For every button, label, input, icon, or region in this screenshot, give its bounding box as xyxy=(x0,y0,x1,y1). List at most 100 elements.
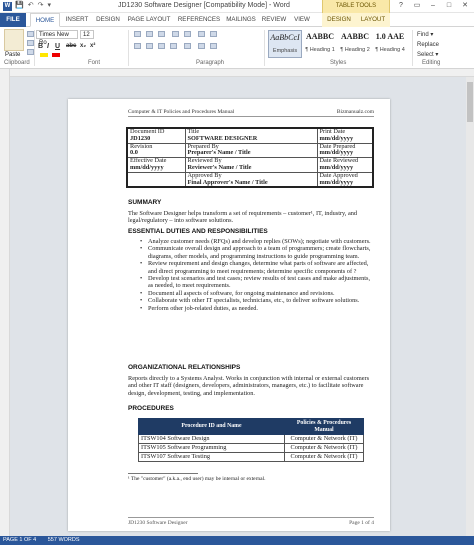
ribbon-home: Paste Clipboard Times New Ro 12 B I U ab… xyxy=(0,27,474,69)
tab-file[interactable]: FILE xyxy=(0,13,26,27)
format-painter-icon[interactable] xyxy=(27,49,34,55)
window-title: JD1230 Software Designer [Compatibility … xyxy=(118,2,290,9)
close-button[interactable]: ✕ xyxy=(458,1,472,11)
select-button[interactable]: Select ▾ xyxy=(417,50,439,60)
title-bar: W 💾 ↶ ↷ ▾ JD1230 Software Designer [Comp… xyxy=(0,0,474,13)
style-heading-4[interactable]: 1.0 AAE ¶ Heading 4 xyxy=(373,30,407,58)
highlight-color-icon[interactable] xyxy=(40,53,48,57)
tab-view[interactable]: VIEW xyxy=(290,13,314,27)
font-name-combobox[interactable]: Times New Ro xyxy=(36,30,78,46)
shading-icon[interactable] xyxy=(198,43,205,49)
group-label-font: Font xyxy=(88,60,101,66)
org-heading: ORGANIZATIONAL RELATIONSHIPS xyxy=(128,364,241,371)
table-row: ITSW107 Software Testing Computer & Netw… xyxy=(138,452,364,462)
copy-icon[interactable] xyxy=(27,40,34,46)
minimize-button[interactable]: – xyxy=(426,1,440,11)
document-meta-table: Document ID JD1230 Title SOFTWARE DESIGNER… xyxy=(126,127,374,189)
status-bar: PAGE 1 OF 4 557 WORDS xyxy=(0,536,474,545)
align-center-icon[interactable] xyxy=(146,43,153,49)
show-marks-icon[interactable] xyxy=(210,31,217,37)
underline-button[interactable]: U xyxy=(55,43,60,50)
bold-button[interactable]: B xyxy=(38,43,43,50)
table-header: Procedure ID and Name xyxy=(138,418,285,435)
table-tools-header: TABLE TOOLS xyxy=(322,0,390,13)
undo-icon[interactable]: ↶ xyxy=(28,1,34,9)
tab-table-design[interactable]: DESIGN xyxy=(322,13,356,27)
style-sample: AABBC xyxy=(340,32,369,41)
vertical-scrollbar[interactable] xyxy=(466,77,474,536)
tab-mailings[interactable]: MAILINGS xyxy=(224,13,258,27)
ribbon-display-button[interactable]: ▭ xyxy=(410,1,424,11)
superscript-button[interactable]: x² xyxy=(90,43,95,49)
scrollbar-thumb[interactable] xyxy=(467,82,473,122)
tab-home[interactable]: HOME xyxy=(30,13,60,27)
table-header: Policies & Procedures Manual xyxy=(284,418,364,435)
page-count[interactable]: PAGE 1 OF 4 xyxy=(3,537,36,543)
tab-insert[interactable]: INSERT xyxy=(62,13,92,27)
style-name: Emphasis xyxy=(272,48,298,54)
line-spacing-icon[interactable] xyxy=(184,43,191,49)
tab-page-layout[interactable]: PAGE LAYOUT xyxy=(124,13,174,27)
find-button[interactable]: Find ▾ xyxy=(417,30,439,40)
cut-icon[interactable] xyxy=(27,31,34,37)
strikethrough-button[interactable]: abc xyxy=(66,43,76,49)
table-cell: ITSW107 Software Testing xyxy=(138,452,285,462)
justify-icon[interactable] xyxy=(170,43,177,49)
font-size-combobox[interactable]: 12 xyxy=(80,30,94,39)
revision-label: Revision xyxy=(130,142,153,150)
window-controls: ? ▭ – □ ✕ xyxy=(394,1,472,11)
summary-text: The Software Designer helps transform a … xyxy=(128,210,358,225)
paste-label: Paste xyxy=(5,52,21,58)
group-label-styles: Styles xyxy=(330,60,347,66)
style-heading-2[interactable]: AABBC ¶ Heading 2 xyxy=(338,30,372,58)
bullets-icon[interactable] xyxy=(134,31,141,37)
save-icon[interactable]: 💾 xyxy=(15,1,24,9)
tab-review[interactable]: REVIEW xyxy=(260,13,288,27)
word-count[interactable]: 557 WORDS xyxy=(48,537,80,543)
table-cell: Computer & Network (IT) xyxy=(284,434,364,444)
tab-table-layout[interactable]: LAYOUT xyxy=(356,13,390,27)
word-app-icon: W xyxy=(3,2,12,11)
ribbon-separator xyxy=(412,30,413,66)
ribbon-separator xyxy=(128,30,129,66)
date-approved-value: mm/dd/yyyy xyxy=(319,178,354,186)
document-page[interactable]: Computer & IT Policies and Procedures Ma… xyxy=(68,99,390,531)
style-emphasis[interactable]: AaBbCcI Emphasis xyxy=(268,30,302,58)
numbering-icon[interactable] xyxy=(146,31,153,37)
document-area: Computer & IT Policies and Procedures Ma… xyxy=(10,77,474,536)
ribbon-separator xyxy=(264,30,265,66)
list-item: Document all aspects of software, for on… xyxy=(140,290,376,298)
list-item: Communicate overall design and approach … xyxy=(140,245,376,260)
style-name: ¶ Heading 2 xyxy=(340,47,370,53)
subscript-button[interactable]: x₂ xyxy=(80,43,86,49)
group-label-editing: Editing xyxy=(422,60,441,66)
style-name: ¶ Heading 1 xyxy=(305,47,335,53)
help-button[interactable]: ? xyxy=(394,1,408,11)
horizontal-ruler xyxy=(10,69,474,77)
replace-button[interactable]: Replace xyxy=(417,40,439,50)
increase-indent-icon[interactable] xyxy=(184,31,191,37)
align-left-icon[interactable] xyxy=(134,43,141,49)
redo-icon[interactable]: ↷ xyxy=(38,1,44,9)
quick-access-toolbar: 💾 ↶ ↷ ▾ xyxy=(15,1,51,9)
customize-qat-icon[interactable]: ▾ xyxy=(47,1,51,9)
align-right-icon[interactable] xyxy=(158,43,165,49)
table-cell: Computer & Network (IT) xyxy=(284,443,364,453)
tab-design[interactable]: DESIGN xyxy=(94,13,122,27)
decrease-indent-icon[interactable] xyxy=(172,31,179,37)
date-reviewed-value: mm/dd/yyyy xyxy=(319,163,354,171)
multilevel-list-icon[interactable] xyxy=(158,31,165,37)
duties-heading: ESSENTIAL DUTIES AND RESPONSIBILITIES xyxy=(128,228,268,235)
borders-icon[interactable] xyxy=(210,43,217,49)
tab-references[interactable]: REFERENCES xyxy=(176,13,222,27)
editing-group: Find ▾ Replace Select ▾ xyxy=(417,30,439,60)
italic-button[interactable]: I xyxy=(47,43,49,50)
sort-icon[interactable] xyxy=(198,31,205,37)
header-right-text: Bizmanualz.com xyxy=(336,109,374,115)
paste-button[interactable] xyxy=(4,29,24,51)
list-item: Develop test scenarios and test cases; r… xyxy=(140,275,376,290)
font-color-icon[interactable] xyxy=(52,53,60,57)
maximize-button[interactable]: □ xyxy=(442,1,456,11)
style-heading-1[interactable]: AABBC ¶ Heading 1 xyxy=(303,30,337,58)
style-sample: 1.0 AAE xyxy=(375,32,405,41)
